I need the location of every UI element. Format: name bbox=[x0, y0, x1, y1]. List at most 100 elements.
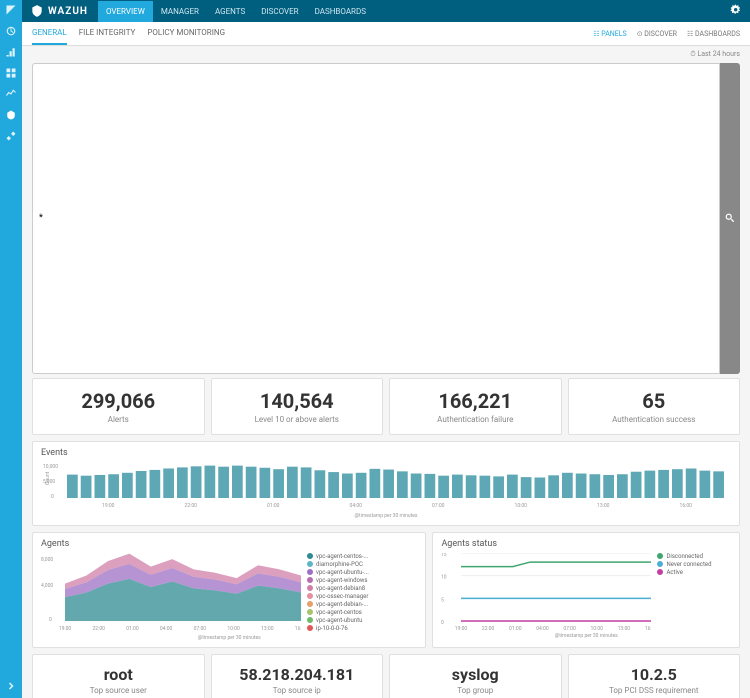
kpi-level10: 140,564Level 10 or above alerts bbox=[211, 378, 384, 435]
legend-item[interactable]: vpc-ossec-manager bbox=[307, 593, 369, 600]
nav-agents[interactable]: AGENTS bbox=[207, 1, 253, 22]
tab-policy-monitoring[interactable]: POLICY MONITORING bbox=[147, 22, 225, 45]
discover-icon[interactable] bbox=[5, 25, 17, 37]
nav-discover[interactable]: DISCOVER bbox=[253, 1, 306, 22]
collapse-icon[interactable] bbox=[5, 680, 17, 692]
svg-text:07:00: 07:00 bbox=[432, 503, 445, 508]
legend-item[interactable]: ip-10-0-0-76 bbox=[307, 625, 369, 632]
top-nav: OVERVIEW MANAGER AGENTS DISCOVER DASHBOA… bbox=[98, 1, 374, 22]
view-panels[interactable]: ☷ PANELS bbox=[593, 30, 626, 38]
svg-text:16:00: 16:00 bbox=[680, 503, 693, 508]
legend-item[interactable]: vpc-agent-centos bbox=[307, 609, 369, 616]
svg-text:0: 0 bbox=[51, 494, 54, 500]
legend-item[interactable]: vpc-agent-centos-... bbox=[307, 553, 369, 560]
svg-text:16:00: 16:00 bbox=[645, 626, 651, 631]
info-user: rootTop source user bbox=[32, 654, 205, 698]
search-input[interactable] bbox=[32, 63, 720, 374]
view-dashboards[interactable]: ☷ DASHBOARDS bbox=[687, 30, 740, 38]
svg-text:0: 0 bbox=[49, 617, 52, 623]
brand-logo: WAZUH bbox=[30, 4, 88, 18]
svg-text:4,000: 4,000 bbox=[41, 583, 53, 589]
svg-text:04:00: 04:00 bbox=[350, 503, 363, 508]
timelion-icon[interactable] bbox=[5, 88, 17, 100]
agents-legend: vpc-agent-centos-...diamorphine-POCvpc-a… bbox=[307, 553, 369, 633]
legend-item[interactable]: Disconnected bbox=[657, 553, 711, 560]
wazuh-app-icon[interactable] bbox=[5, 109, 17, 121]
tab-file-integrity[interactable]: FILE INTEGRITY bbox=[79, 22, 136, 45]
svg-text:19:00: 19:00 bbox=[455, 626, 468, 631]
nav-manager[interactable]: MANAGER bbox=[153, 1, 207, 22]
nav-overview[interactable]: OVERVIEW bbox=[98, 1, 153, 22]
svg-text:07:00: 07:00 bbox=[564, 626, 577, 631]
kpi-row: 299,066Alerts 140,564Level 10 or above a… bbox=[32, 378, 740, 435]
visualize-icon[interactable] bbox=[5, 46, 17, 58]
time-range[interactable]: ⏱ Last 24 hours bbox=[690, 50, 740, 59]
gear-icon[interactable] bbox=[730, 4, 742, 19]
agents-title: Agents bbox=[41, 539, 417, 549]
svg-text:Count: Count bbox=[45, 471, 51, 485]
legend-item[interactable]: Never connected bbox=[657, 561, 711, 568]
info-group: syslogTop group bbox=[389, 654, 562, 698]
events-caption: @timestamp per 30 minutes bbox=[41, 513, 731, 519]
svg-text:10,000: 10,000 bbox=[43, 464, 58, 470]
svg-text:10:00: 10:00 bbox=[227, 626, 240, 631]
events-card: Events 10,0005,0000Count19:0022:0001:000… bbox=[32, 441, 740, 526]
svg-text:01:00: 01:00 bbox=[126, 626, 139, 631]
agents-status-title: Agents status bbox=[441, 539, 731, 549]
legend-item[interactable]: vpc-agent-debian-... bbox=[307, 601, 369, 608]
kpi-auth-fail: 166,221Authentication failure bbox=[389, 378, 562, 435]
agents-status-legend: DisconnectedNever connectedActive bbox=[657, 553, 711, 631]
legend-item[interactable]: vpc-agent-windows bbox=[307, 577, 369, 584]
wazuh-shield-icon bbox=[30, 4, 44, 18]
brand-text: WAZUH bbox=[48, 6, 88, 17]
svg-text:13:00: 13:00 bbox=[618, 626, 631, 631]
agents-status-card: Agents status 15105019:0022:0001:0004:00… bbox=[432, 532, 740, 648]
time-bar: ⏱ Last 24 hours bbox=[22, 46, 750, 63]
info-pci: 10.2.5Top PCI DSS requirement bbox=[568, 654, 741, 698]
kpi-auth-success: 65Authentication success bbox=[568, 378, 741, 435]
legend-item[interactable]: vpc-agent-ubuntu-... bbox=[307, 569, 369, 576]
svg-text:5: 5 bbox=[441, 597, 444, 603]
tab-general[interactable]: GENERAL bbox=[32, 22, 67, 45]
legend-item[interactable]: vpc-agent-ubuntu bbox=[307, 617, 369, 624]
svg-text:07:00: 07:00 bbox=[194, 626, 207, 631]
svg-text:10:00: 10:00 bbox=[591, 626, 604, 631]
svg-text:15: 15 bbox=[441, 553, 447, 558]
svg-text:04:00: 04:00 bbox=[537, 626, 550, 631]
svg-text:04:00: 04:00 bbox=[160, 626, 173, 631]
search-button[interactable] bbox=[720, 63, 740, 374]
view-discover[interactable]: ⊙ DISCOVER bbox=[637, 30, 677, 38]
content: 299,066Alerts 140,564Level 10 or above a… bbox=[22, 378, 750, 698]
svg-text:01:00: 01:00 bbox=[267, 503, 280, 508]
nav-dashboards[interactable]: DASHBOARDS bbox=[307, 1, 374, 22]
search-bar bbox=[32, 63, 740, 374]
svg-text:13:00: 13:00 bbox=[261, 626, 274, 631]
agents-status-chart: 15105019:0022:0001:0004:0007:0010:0013:0… bbox=[441, 553, 651, 631]
header: WAZUH OVERVIEW MANAGER AGENTS DISCOVER D… bbox=[22, 0, 750, 22]
info-ip: 58.218.204.181Top source ip bbox=[211, 654, 384, 698]
kibana-logo-icon[interactable] bbox=[5, 4, 17, 16]
info-row: rootTop source user 58.218.204.181Top so… bbox=[32, 654, 740, 698]
agents-card: Agents 8,000 4,000 0 19:00 22:00 01:00 04:00 07… bbox=[32, 532, 426, 648]
devtools-icon[interactable] bbox=[5, 130, 17, 142]
dashboard-icon[interactable] bbox=[5, 67, 17, 79]
svg-text:16:00: 16:00 bbox=[295, 626, 301, 631]
svg-text:19:00: 19:00 bbox=[102, 503, 115, 508]
sub-tabs: GENERAL FILE INTEGRITY POLICY MONITORING bbox=[32, 22, 225, 45]
kibana-sidebar bbox=[0, 0, 22, 698]
svg-text:10: 10 bbox=[441, 574, 447, 580]
sub-header: GENERAL FILE INTEGRITY POLICY MONITORING… bbox=[22, 22, 750, 46]
svg-text:13:00: 13:00 bbox=[597, 503, 610, 508]
agents-chart: 8,000 4,000 0 19:00 22:00 01:00 04:00 07:00 10:0… bbox=[41, 553, 301, 631]
legend-item[interactable]: diamorphine-POC bbox=[307, 561, 369, 568]
svg-text:19:00: 19:00 bbox=[59, 626, 72, 631]
legend-item[interactable]: Active bbox=[657, 569, 711, 576]
svg-text:10:00: 10:00 bbox=[515, 503, 528, 508]
svg-text:22:00: 22:00 bbox=[92, 626, 105, 631]
svg-text:01:00: 01:00 bbox=[509, 626, 522, 631]
legend-item[interactable]: vpc-agent-debian8 bbox=[307, 585, 369, 592]
events-title: Events bbox=[41, 448, 731, 458]
svg-text:22:00: 22:00 bbox=[482, 626, 495, 631]
events-chart: 10,0005,0000Count19:0022:0001:0004:0007:… bbox=[41, 462, 731, 508]
svg-text:8,000: 8,000 bbox=[41, 557, 53, 563]
